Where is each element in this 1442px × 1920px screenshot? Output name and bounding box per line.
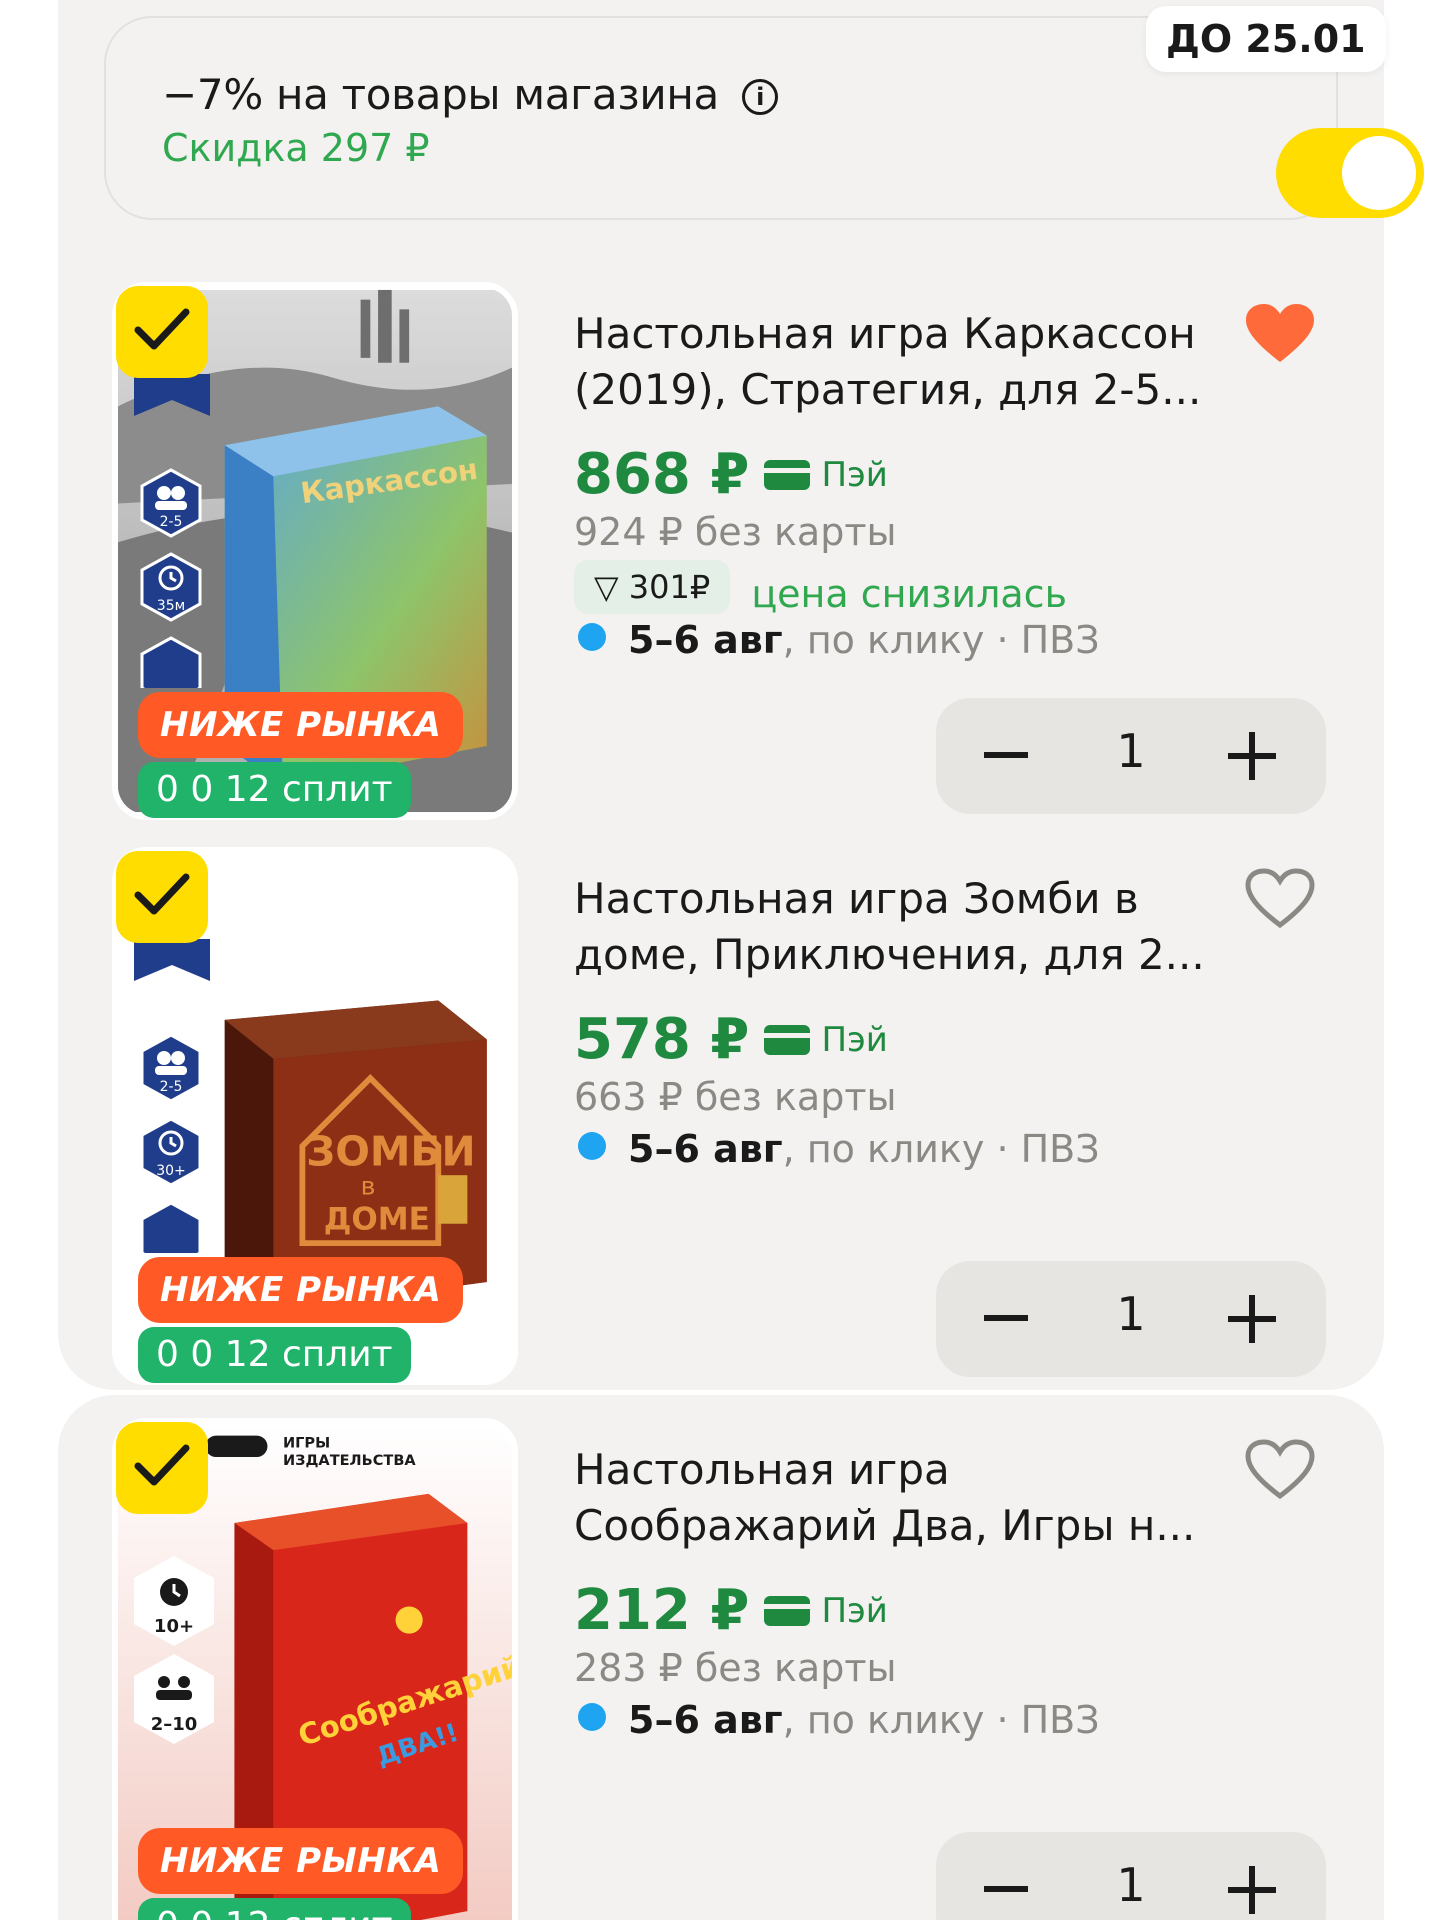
pay-label: Пэй (821, 1019, 888, 1060)
players-count: 2–10 (151, 1714, 198, 1735)
delivery-status-dot (578, 1132, 606, 1160)
delivery-date: 5–6 авг (628, 618, 783, 662)
decrease-button[interactable] (984, 1315, 1028, 1321)
price-drop-label: цена снизилась (751, 571, 1067, 616)
card-icon (764, 459, 811, 490)
quantity-value: 1 (1116, 1287, 1146, 1341)
cart-item: ИГРЫ ИЗДАТЕЛЬСТВА Соображарий ДВА!! 10+ … (0, 1418, 1442, 1920)
delivery-method: , по клику · ПВЗ (782, 1698, 1100, 1742)
delivery-date: 5–6 авг (628, 1127, 783, 1171)
game-info-icons: 2-5 30+ (140, 1033, 202, 1253)
card-price: 868 ₽ (574, 442, 750, 507)
below-market-badge: НИЖЕ РЫНКА (138, 692, 464, 758)
bookmark-ribbon (134, 939, 210, 981)
play-time: 30+ (156, 1163, 186, 1179)
below-market-badge: НИЖЕ РЫНКА (138, 1257, 464, 1323)
box-title-3: ДОМЕ (324, 1202, 430, 1238)
cart-item: ЗОМБИ в ДОМЕ 2-5 30+ НИЖЕ РЫНКА 0 0 12 с… (0, 847, 1442, 1407)
players-icon (157, 1051, 171, 1065)
price-without-card: 283 ₽ без карты (574, 1646, 897, 1690)
price-without-card: 924 ₽ без карты (574, 510, 897, 554)
delivery-status-dot (578, 1703, 606, 1731)
players-count: 2-5 (160, 514, 183, 530)
split-badge: 0 0 12 сплит (138, 1327, 411, 1383)
select-checkbox[interactable] (116, 286, 208, 378)
promo-discount-amount: Скидка 297 ₽ (162, 126, 430, 170)
product-title[interactable]: Настольная игра Каркассон (2019), Страте… (574, 306, 1214, 418)
bookmark-ribbon (134, 374, 210, 416)
info-icon[interactable]: i (742, 79, 779, 115)
checkmark-icon (134, 1444, 190, 1486)
delivery-date: 5–6 авг (628, 1698, 783, 1742)
players-count: 2-5 (160, 1079, 183, 1095)
promo-title: −7% на товары магазина (162, 70, 719, 119)
price-drop-row: ▽ 301₽ цена снизилась (574, 560, 1067, 616)
increase-button[interactable] (1228, 1866, 1276, 1914)
players-icon (157, 486, 171, 500)
game-info-icons: 2-5 35м (140, 468, 202, 688)
favorite-heart-outline-icon[interactable] (1244, 867, 1316, 931)
promo-deadline-badge: ДО 25.01 (1146, 6, 1386, 72)
brand-line-1: ИГРЫ (283, 1434, 330, 1451)
product-title[interactable]: Настольная игра Соображарий Два, Игры н.… (574, 1442, 1214, 1554)
card-icon (764, 1024, 811, 1055)
checkmark-icon (134, 308, 190, 350)
cart-item: Каркассон 2-5 35м НИЖЕ РЫНКА 0 0 12 спли… (0, 282, 1442, 842)
discount-toggle[interactable] (1276, 128, 1424, 218)
favorite-heart-icon[interactable] (1244, 302, 1316, 366)
card-price: 578 ₽ (574, 1007, 750, 1072)
decrease-button[interactable] (984, 1886, 1028, 1892)
price-row: 212 ₽ Пэй (574, 1578, 888, 1648)
price-row: 868 ₽ Пэй (574, 442, 888, 512)
delivery-method: , по клику · ПВЗ (782, 618, 1100, 662)
increase-button[interactable] (1228, 732, 1276, 780)
game-info-icons: 10+ 2–10 (134, 1556, 214, 1744)
card-icon (764, 1595, 811, 1626)
favorite-heart-outline-icon[interactable] (1244, 1438, 1316, 1502)
box-title-2: в (361, 1172, 376, 1201)
play-time: 35м (157, 598, 185, 614)
card-price: 212 ₽ (574, 1578, 750, 1643)
price-drop-amount: ▽ 301₽ (574, 560, 731, 614)
split-badge: 0 0 12 сплит (138, 1898, 411, 1920)
quantity-value: 1 (1116, 1858, 1146, 1912)
pay-label: Пэй (821, 454, 888, 495)
price-without-card: 663 ₽ без карты (574, 1075, 897, 1119)
delivery-info: 5–6 авг, по клику · ПВЗ (578, 1127, 1100, 1171)
players-icon (158, 1676, 170, 1688)
quantity-stepper: 1 (936, 1832, 1326, 1920)
box-title-1: ЗОМБИ (306, 1127, 475, 1175)
delivery-status-dot (578, 623, 606, 651)
cart-screen: −7% на товары магазина i Скидка 297 ₽ ДО… (0, 0, 1442, 1920)
promo-title-row: −7% на товары магазина i (162, 70, 779, 119)
price-row: 578 ₽ Пэй (574, 1007, 888, 1077)
decrease-button[interactable] (984, 752, 1028, 758)
delivery-info: 5–6 авг, по клику · ПВЗ (578, 1698, 1100, 1742)
brand-line-2: ИЗДАТЕЛЬСТВА (283, 1452, 416, 1469)
toggle-knob (1342, 136, 1416, 210)
quantity-stepper: 1 (936, 1261, 1326, 1377)
increase-button[interactable] (1228, 1295, 1276, 1343)
split-badge: 0 0 12 сплит (138, 762, 411, 818)
quantity-stepper: 1 (936, 698, 1326, 814)
select-checkbox[interactable] (116, 851, 208, 943)
product-title[interactable]: Настольная игра Зомби в доме, Приключени… (574, 871, 1214, 983)
brand-logo (205, 1435, 268, 1458)
select-checkbox[interactable] (116, 1422, 208, 1514)
delivery-info: 5–6 авг, по клику · ПВЗ (578, 618, 1100, 662)
below-market-badge: НИЖЕ РЫНКА (138, 1828, 464, 1894)
checkmark-icon (134, 873, 190, 915)
quantity-value: 1 (1116, 724, 1146, 778)
pay-label: Пэй (821, 1590, 888, 1631)
play-time: 10+ (154, 1616, 194, 1637)
delivery-method: , по клику · ПВЗ (782, 1127, 1100, 1171)
